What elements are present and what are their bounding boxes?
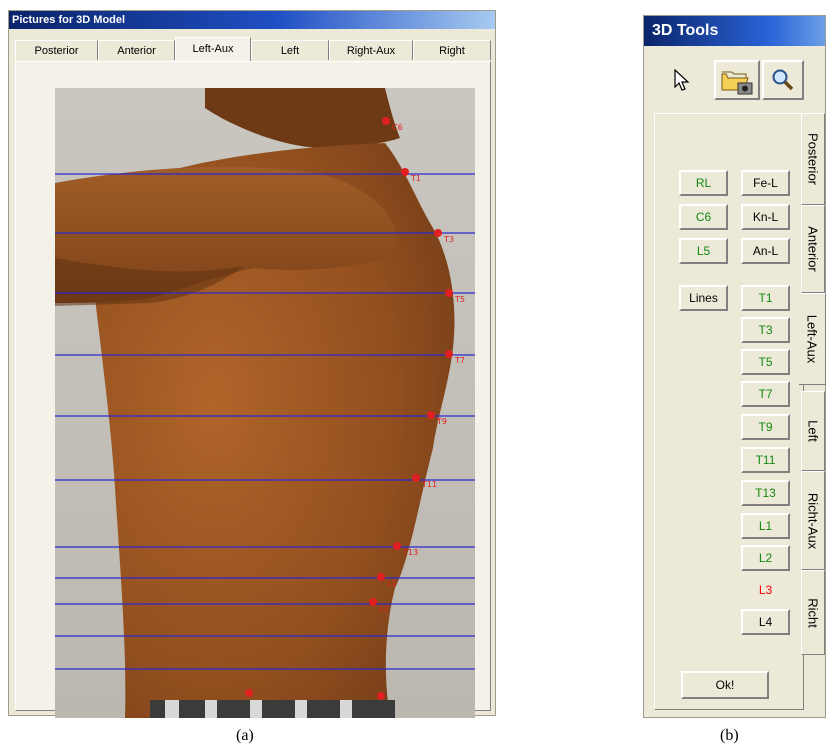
marker-label-t11: T11 [421, 480, 437, 489]
vtab-label: Left [805, 420, 821, 442]
c6-button[interactable]: C6 [679, 204, 728, 230]
vtab-posterior[interactable]: Posterior [801, 113, 825, 205]
tab-strip: Posterior Anterior Left-Aux Left Right-A… [15, 37, 491, 61]
marker-l2[interactable] [369, 598, 377, 606]
pictures-window: Pictures for 3D Model Posterior Anterior… [8, 10, 496, 718]
marker-pelvis-left[interactable] [245, 689, 253, 697]
photo-frame: C6 T1 T3 T5 T7 T9 T11 T13 L1 L2 [15, 61, 491, 718]
marker-l1[interactable] [377, 573, 385, 581]
marker-t3[interactable] [434, 229, 442, 237]
ok-button[interactable]: Ok! [681, 671, 769, 699]
t9-button[interactable]: T9 [741, 414, 790, 440]
kn-l-button[interactable]: Kn-L [741, 204, 790, 230]
vtab-left-aux[interactable]: Left-Aux [799, 293, 826, 385]
caption-a: (a) [236, 727, 254, 744]
marker-label-t7: T7 [454, 356, 465, 365]
open-image-button[interactable] [714, 60, 760, 100]
marker-label-l2: L2 [379, 604, 389, 613]
t5-button[interactable]: T5 [741, 349, 790, 375]
fe-l-button[interactable]: Fe-L [741, 170, 790, 196]
vtab-label: Left-Aux [804, 314, 820, 364]
tab-left[interactable]: Left [251, 40, 329, 60]
marker-t1[interactable] [401, 168, 409, 176]
pointer-tool-button[interactable] [664, 60, 700, 100]
vtab-richt[interactable]: Richt [801, 570, 825, 655]
t13-button[interactable]: T13 [741, 480, 790, 506]
l4-button[interactable]: L4 [741, 609, 790, 635]
marker-label-t13: T13 [402, 548, 418, 557]
marker-label-t3: T3 [443, 235, 454, 244]
vtab-label: Richt-Aux [805, 492, 821, 549]
l1-button[interactable]: L1 [741, 513, 790, 539]
marker-label-t9: T9 [436, 417, 447, 426]
marker-t11[interactable] [412, 474, 420, 482]
zoom-button[interactable] [762, 60, 804, 100]
vtab-label: Richt [805, 597, 821, 628]
tab-anterior[interactable]: Anterior [98, 40, 175, 60]
marker-t5[interactable] [445, 289, 453, 297]
tab-posterior[interactable]: Posterior [15, 40, 98, 60]
vtab-label: Anterior [805, 226, 821, 272]
marker-label-l1: L1 [387, 579, 397, 588]
t1-button[interactable]: T1 [741, 285, 790, 311]
pointer-icon [674, 69, 690, 91]
tab-left-aux[interactable]: Left-Aux [175, 37, 251, 61]
vtab-label: Posterior [805, 132, 821, 186]
l5-button[interactable]: L5 [679, 238, 728, 264]
marker-t7[interactable] [445, 350, 453, 358]
tab-right-aux[interactable]: Right-Aux [329, 40, 413, 60]
l2-button[interactable]: L2 [741, 545, 790, 571]
l3-button[interactable]: L3 [741, 577, 790, 603]
marker-label-t5: T5 [454, 295, 465, 304]
magnifier-icon [772, 69, 794, 91]
t7-button[interactable]: T7 [741, 381, 790, 407]
marker-c6[interactable] [382, 117, 390, 125]
marker-t13[interactable] [393, 542, 401, 550]
t3-button[interactable]: T3 [741, 317, 790, 343]
vtab-richt-aux[interactable]: Richt-Aux [801, 471, 825, 570]
open-camera-icon [721, 71, 753, 95]
marker-label-c6: C6 [392, 123, 403, 132]
side-view-photo: C6 T1 T3 T5 T7 T9 T11 T13 L1 L2 [55, 88, 475, 718]
tab-right[interactable]: Right [413, 40, 491, 60]
lines-button[interactable]: Lines [679, 285, 728, 311]
tools-panel: RL C6 L5 Lines Fe-L Kn-L An-L T1 T3 T5 T… [654, 113, 804, 710]
rl-button[interactable]: RL [679, 170, 728, 196]
window-title: Pictures for 3D Model [9, 11, 495, 29]
an-l-button[interactable]: An-L [741, 238, 790, 264]
marker-label-t1: T1 [410, 174, 421, 183]
marker-pelvis-right[interactable] [377, 692, 385, 700]
3d-tools-window: 3D Tools RL C6 L5 Lines Fe-L Kn-L An-L T… [643, 15, 826, 718]
vtab-anterior[interactable]: Anterior [801, 205, 825, 293]
vtab-left[interactable]: Left [801, 391, 825, 471]
t11-button[interactable]: T11 [741, 447, 790, 473]
caption-b: (b) [720, 727, 739, 744]
window-title: 3D Tools [644, 16, 825, 46]
marker-t9[interactable] [427, 411, 435, 419]
